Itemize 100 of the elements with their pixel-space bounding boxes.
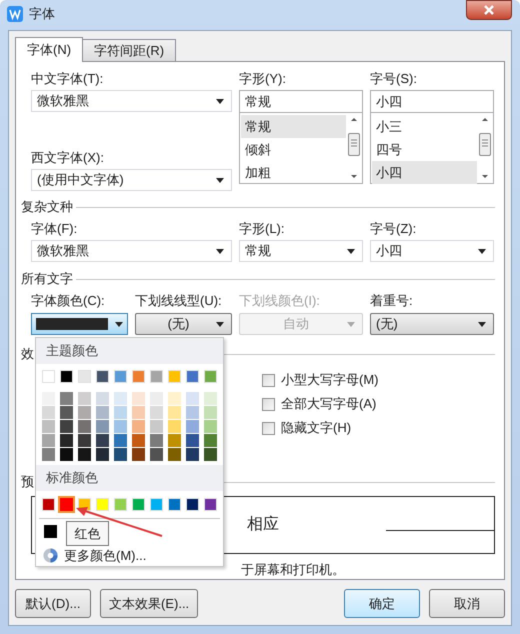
color-swatch[interactable] [132, 498, 145, 511]
color-swatch[interactable] [168, 420, 181, 433]
color-swatch[interactable] [114, 498, 127, 511]
color-swatch[interactable] [132, 392, 145, 405]
color-swatch[interactable] [96, 406, 109, 419]
dropdown-button[interactable]: (无) [135, 313, 232, 335]
tab[interactable]: 字符间距(R) [82, 39, 176, 61]
color-swatch[interactable] [42, 392, 55, 405]
color-swatch[interactable] [78, 420, 91, 433]
text-field[interactable]: 常规 [239, 90, 363, 113]
color-swatch[interactable] [132, 406, 145, 419]
option-list[interactable]: 小三 四号 小四 [370, 113, 494, 184]
dropdown-button[interactable]: (无) [370, 313, 494, 335]
option-list[interactable]: 常规 倾斜 加粗 [239, 113, 363, 184]
dialog-button[interactable]: 取消 [429, 589, 505, 618]
color-swatch[interactable] [150, 406, 163, 419]
more-colors-item[interactable]: 更多颜色(M)... [64, 546, 146, 566]
color-swatch[interactable] [114, 448, 127, 461]
color-swatch[interactable] [42, 448, 55, 461]
color-swatch[interactable] [186, 370, 199, 383]
color-swatch[interactable] [150, 498, 163, 511]
dropdown-field[interactable]: 常规 [239, 240, 363, 262]
color-swatch[interactable] [78, 406, 91, 419]
color-swatch[interactable] [186, 434, 199, 447]
color-swatch[interactable] [186, 392, 199, 405]
color-swatch[interactable] [60, 498, 73, 511]
color-swatch[interactable] [96, 420, 109, 433]
color-swatch[interactable] [96, 370, 109, 383]
color-swatch[interactable] [60, 420, 73, 433]
color-swatch[interactable] [78, 434, 91, 447]
color-swatch[interactable] [42, 370, 55, 383]
color-swatch[interactable] [168, 434, 181, 447]
color-swatch[interactable] [44, 525, 57, 538]
color-swatch[interactable] [204, 434, 217, 447]
color-swatch[interactable] [114, 370, 127, 383]
color-swatch[interactable] [60, 406, 73, 419]
close-button[interactable] [466, 0, 512, 20]
list-item[interactable]: 常规 [241, 115, 346, 138]
list-item[interactable]: 加粗 [241, 161, 346, 184]
color-swatch[interactable] [42, 434, 55, 447]
color-swatch[interactable] [204, 420, 217, 433]
color-swatch[interactable] [96, 392, 109, 405]
list-item[interactable]: 倾斜 [241, 138, 346, 161]
color-swatch[interactable] [150, 392, 163, 405]
color-swatch[interactable] [186, 498, 199, 511]
checkbox[interactable] [262, 374, 275, 386]
dropdown-field[interactable]: 小四 [370, 240, 494, 262]
color-swatch[interactable] [204, 448, 217, 461]
color-swatch[interactable] [168, 406, 181, 419]
color-swatch[interactable] [132, 370, 145, 383]
dropdown-field[interactable]: (使用中文字体) [31, 169, 232, 191]
color-swatch[interactable] [132, 420, 145, 433]
color-swatch[interactable] [114, 392, 127, 405]
dialog-button[interactable]: 确定 [344, 589, 420, 618]
dropdown-field[interactable]: 微软雅黑 [31, 90, 232, 112]
color-swatch[interactable] [60, 448, 73, 461]
color-swatch[interactable] [78, 448, 91, 461]
color-swatch[interactable] [114, 434, 127, 447]
text-field[interactable]: 小四 [370, 90, 494, 113]
color-swatch[interactable] [204, 406, 217, 419]
color-swatch[interactable] [204, 392, 217, 405]
color-swatch[interactable] [78, 370, 91, 383]
color-swatch[interactable] [186, 406, 199, 419]
color-swatch[interactable] [204, 370, 217, 383]
color-swatch[interactable] [60, 392, 73, 405]
color-swatch[interactable] [168, 392, 181, 405]
color-swatch[interactable] [186, 448, 199, 461]
color-swatch[interactable] [114, 420, 127, 433]
color-swatch[interactable] [42, 498, 55, 511]
color-swatch[interactable] [150, 370, 163, 383]
color-picker[interactable] [31, 313, 128, 335]
checkbox[interactable] [262, 422, 275, 434]
dropdown-field[interactable]: 微软雅黑 [31, 240, 232, 262]
checkbox[interactable] [262, 398, 275, 410]
arrow-icon [74, 504, 164, 538]
dialog-button[interactable]: 默认(D)... [15, 589, 91, 618]
list-item[interactable]: 小三 [372, 115, 477, 138]
color-swatch[interactable] [78, 392, 91, 405]
color-swatch[interactable] [42, 406, 55, 419]
color-swatch[interactable] [60, 370, 73, 383]
color-swatch[interactable] [150, 420, 163, 433]
color-swatch[interactable] [168, 370, 181, 383]
color-swatch[interactable] [168, 498, 181, 511]
list-item[interactable]: 四号 [372, 138, 477, 161]
color-swatch[interactable] [150, 448, 163, 461]
color-swatch[interactable] [168, 448, 181, 461]
color-swatch[interactable] [60, 434, 73, 447]
color-swatch[interactable] [132, 434, 145, 447]
color-swatch[interactable] [150, 434, 163, 447]
color-swatch[interactable] [96, 448, 109, 461]
color-swatch[interactable] [186, 420, 199, 433]
dialog-button[interactable]: 文本效果(E)... [100, 589, 198, 618]
color-swatch[interactable] [204, 498, 217, 511]
color-swatch[interactable] [96, 434, 109, 447]
color-swatch[interactable] [132, 448, 145, 461]
color-swatch[interactable] [96, 498, 109, 511]
color-swatch[interactable] [114, 406, 127, 419]
tab[interactable]: 字体(N) [15, 37, 84, 62]
list-item[interactable]: 小四 [372, 161, 477, 184]
color-swatch[interactable] [42, 420, 55, 433]
